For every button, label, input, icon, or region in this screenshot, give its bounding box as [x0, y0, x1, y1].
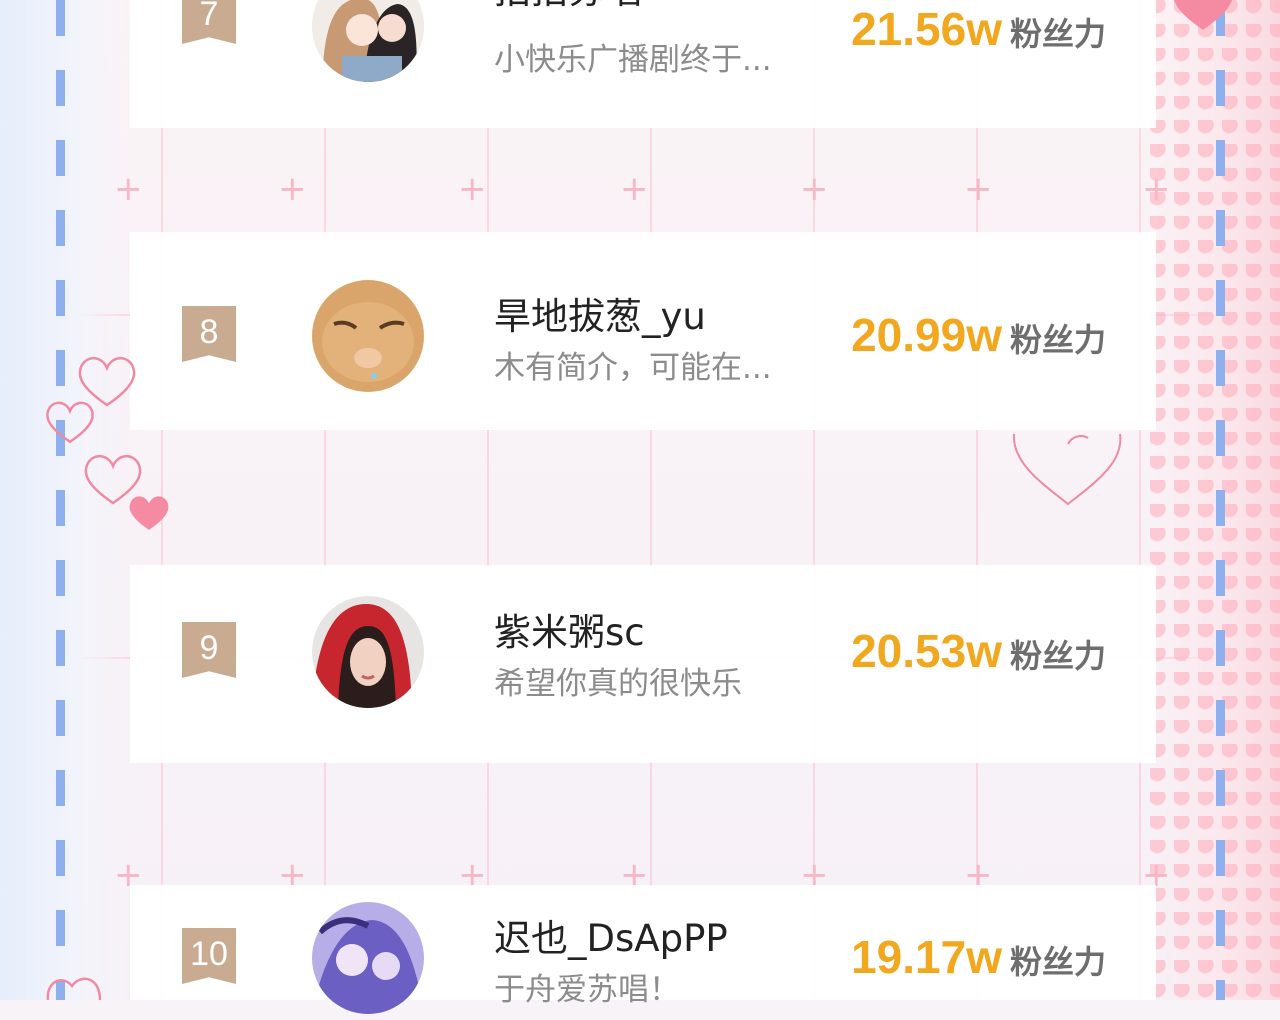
heart-outline-icon	[1012, 433, 1122, 506]
fan-power-score: 19.17w 粉丝力	[851, 930, 1106, 984]
user-name[interactable]: 迟也_DsApPP	[494, 908, 728, 962]
rank-badge: 8	[182, 306, 236, 362]
score-unit: 粉丝力	[1009, 15, 1106, 53]
user-description: 于舟爱苏唱！	[494, 972, 680, 1008]
red-hood-girl-avatar-icon	[312, 596, 424, 708]
plus-decor-icon: +	[458, 169, 487, 209]
fan-power-score: 20.53w 粉丝力	[851, 624, 1106, 678]
rank-badge: 10	[182, 928, 236, 984]
score-unit: 粉丝力	[1009, 321, 1106, 359]
score-value: 20.53w	[851, 625, 1002, 677]
user-description: 希望你真的很快乐	[494, 666, 742, 702]
fan-power-score: 21.56w 粉丝力	[851, 2, 1106, 56]
score-value: 19.17w	[851, 931, 1002, 983]
avatar[interactable]	[312, 280, 424, 392]
score-value: 20.99w	[851, 309, 1002, 361]
avatar[interactable]	[312, 596, 424, 708]
plus-decor-icon: +	[800, 169, 829, 209]
avatar[interactable]	[312, 902, 424, 1014]
heart-filled-icon	[1174, 0, 1232, 30]
user-description: 木有简介，可能在...	[494, 350, 772, 386]
cat-avatar-icon	[312, 280, 424, 392]
user-description: 小快乐广播剧终于...	[494, 42, 772, 78]
avatar[interactable]	[312, 0, 424, 82]
purple-anime-avatar-icon	[312, 902, 424, 1014]
heart-filled-icon	[129, 496, 169, 530]
right-decor-stripe	[1150, 0, 1280, 1000]
list-item[interactable]: 10 迟也_DsApPP 于舟爱苏唱！ 19.17w 粉丝力	[130, 902, 1156, 1020]
score-unit: 粉丝力	[1009, 637, 1106, 675]
score-unit: 粉丝力	[1009, 943, 1106, 981]
list-item[interactable]: 8 旱地拔葱_yu 木有简介，可能在... 20.99w 粉丝力	[130, 280, 1156, 398]
plus-decor-icon: +	[278, 169, 307, 209]
list-item[interactable]: 9 紫米粥sc 希望你真的很快乐 20.53w 粉丝力	[130, 596, 1156, 714]
list-item[interactable]: 7 拍拍苏唱 小快乐广播剧终于... 21.56w粉丝力	[130, 0, 1156, 84]
plus-decor-icon: +	[1142, 169, 1171, 209]
rank-badge: 9	[182, 622, 236, 678]
anime-girls-avatar-icon	[312, 0, 424, 82]
right-dashed-line	[1216, 0, 1225, 1000]
plus-decor-icon: +	[620, 169, 649, 209]
rank-badge: 7	[182, 0, 236, 44]
plus-decor-icon: +	[964, 169, 993, 209]
user-name[interactable]: 拍拍苏唱	[494, 0, 642, 14]
left-dashed-line	[56, 0, 65, 1000]
user-name[interactable]: 旱地拔葱_yu	[494, 286, 706, 340]
plus-decor-icon: +	[114, 169, 143, 209]
user-name[interactable]: 紫米粥sc	[494, 602, 645, 656]
fan-power-score: 20.99w 粉丝力	[851, 308, 1106, 362]
score-value: 21.56w	[851, 3, 1002, 55]
heart-outline-icon	[46, 401, 94, 444]
heart-outline-icon	[46, 977, 102, 1000]
